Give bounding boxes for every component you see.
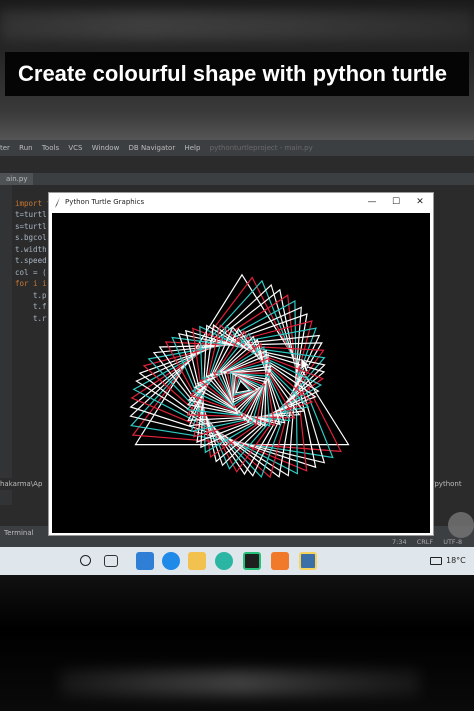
editor-tabbar: ain.py — [0, 173, 474, 185]
menu-item-refactor[interactable]: ter — [0, 144, 10, 152]
app-icon-orange[interactable] — [271, 552, 289, 570]
mail-icon[interactable] — [136, 552, 154, 570]
status-cursor-position[interactable]: 7:34 — [392, 538, 407, 546]
menu-item-tools[interactable]: Tools — [42, 144, 59, 152]
menu-item-vcs[interactable]: VCS — [68, 144, 82, 152]
status-encoding[interactable]: UTF-8 — [443, 538, 462, 546]
windows-taskbar: 18°C — [0, 547, 474, 575]
file-explorer-icon[interactable] — [188, 552, 206, 570]
ide-menubar: ter Run Tools VCS Window DB Navigator He… — [0, 140, 474, 156]
menu-item-window[interactable]: Window — [92, 144, 120, 152]
tab-main-py[interactable]: ain.py — [0, 173, 34, 185]
turtle-window-titlebar[interactable]: Python Turtle Graphics — ☐ ✕ — [49, 193, 433, 212]
video-caption: Create colourful shape with python turtl… — [5, 52, 469, 96]
edge-icon[interactable] — [215, 552, 233, 570]
background-bottom — [0, 575, 474, 711]
system-tray: 18°C — [424, 547, 474, 575]
editor-gutter — [0, 185, 12, 505]
pycharm-icon[interactable] — [243, 552, 261, 570]
weather-cloud-icon — [448, 512, 474, 538]
task-view-icon[interactable] — [104, 555, 118, 567]
keyboard-icon[interactable] — [430, 557, 442, 565]
maximize-button[interactable]: ☐ — [383, 193, 409, 212]
status-bar: 7:34 CRLF UTF-8 — [0, 538, 474, 547]
project-title: pythonturtleproject - main.py — [209, 144, 313, 152]
python-icon[interactable] — [299, 552, 317, 570]
turtle-canvas[interactable] — [52, 213, 430, 533]
minimize-button[interactable]: — — [359, 193, 385, 212]
mouse-cursor-icon — [300, 357, 311, 373]
run-path-left: hakarma\Ap — [0, 480, 43, 488]
close-button[interactable]: ✕ — [407, 193, 433, 212]
menu-item-run[interactable]: Run — [19, 144, 32, 152]
edge-legacy-icon[interactable] — [162, 552, 180, 570]
feather-icon — [55, 197, 60, 208]
run-path-right: /pythont — [432, 480, 462, 488]
turtle-window-title: Python Turtle Graphics — [65, 198, 145, 206]
search-icon[interactable] — [80, 555, 91, 566]
weather-temperature[interactable]: 18°C — [446, 547, 466, 575]
menu-item-db-navigator[interactable]: DB Navigator — [129, 144, 176, 152]
status-line-separator[interactable]: CRLF — [417, 538, 433, 546]
turtle-graphics-window: Python Turtle Graphics — ☐ ✕ — [48, 192, 434, 536]
menu-item-help[interactable]: Help — [184, 144, 200, 152]
